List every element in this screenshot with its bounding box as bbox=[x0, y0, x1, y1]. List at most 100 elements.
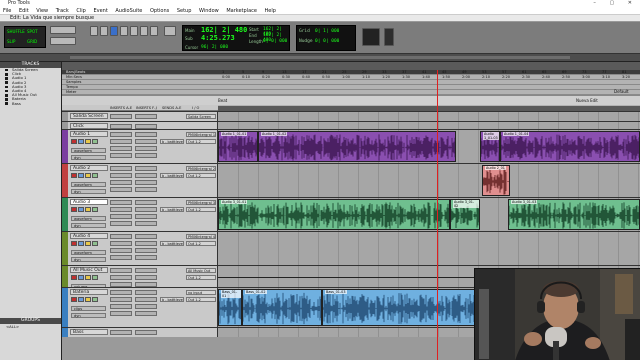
track-header[interactable]: Audio 4 waveform dyn b - batttleve PM06Inter… bbox=[62, 232, 218, 265]
input-selector[interactable]: PM06Intergral 4 bbox=[186, 234, 216, 239]
playhead-cursor[interactable] bbox=[437, 70, 438, 360]
output-selector[interactable]: Out 1-2 bbox=[186, 139, 216, 144]
insert-slot[interactable] bbox=[110, 330, 132, 335]
send-slot[interactable]: b - batttleve bbox=[160, 173, 184, 178]
insert-slot[interactable] bbox=[110, 311, 132, 316]
send-slot[interactable]: b - batttleve bbox=[160, 207, 184, 212]
insert-slot[interactable] bbox=[110, 166, 132, 171]
insert-slot[interactable] bbox=[135, 200, 157, 205]
track-name[interactable]: Audio 3 bbox=[70, 199, 108, 205]
marker[interactable]: Beat bbox=[218, 98, 227, 103]
menu-options[interactable]: Options bbox=[147, 7, 172, 15]
track-view-selector[interactable]: waveform bbox=[71, 216, 106, 221]
edit-mode-selector[interactable]: SHUFFLE SPOT SLIP GRID bbox=[4, 26, 46, 48]
input-monitor-button[interactable] bbox=[78, 173, 84, 178]
output-selector[interactable]: Out 1-2 bbox=[186, 297, 216, 302]
insert-slot[interactable] bbox=[110, 180, 132, 185]
audio-clip[interactable]: Bass_01-01 bbox=[218, 289, 242, 326]
insert-slot[interactable] bbox=[135, 153, 157, 158]
record-button[interactable] bbox=[71, 241, 77, 246]
audio-clip[interactable]: Audio 3_01-02 bbox=[450, 199, 480, 230]
insert-slot[interactable] bbox=[135, 173, 157, 178]
insert-slot[interactable] bbox=[110, 200, 132, 205]
menu-marketplace[interactable]: Marketplace bbox=[223, 7, 260, 15]
solo-button[interactable] bbox=[85, 241, 91, 246]
insert-slot[interactable] bbox=[110, 297, 132, 302]
solo-button[interactable] bbox=[85, 297, 91, 302]
track-color-bar[interactable] bbox=[62, 288, 68, 327]
main-counter[interactable]: Main 162| 2| 480 Sub 4:25.273 Cursor 96|… bbox=[182, 25, 290, 51]
track-playlist-lane[interactable] bbox=[218, 112, 640, 121]
insert-slot[interactable] bbox=[135, 311, 157, 316]
track-playlist-lane[interactable] bbox=[218, 232, 640, 265]
insert-slot[interactable] bbox=[110, 146, 132, 151]
track-color-bar[interactable] bbox=[62, 198, 68, 231]
insert-slot[interactable] bbox=[135, 146, 157, 151]
track-timebase-selector[interactable]: dyn bbox=[71, 223, 106, 228]
insert-slot[interactable] bbox=[110, 248, 132, 253]
input-selector[interactable]: no input bbox=[186, 290, 216, 295]
grid-nudge-panel[interactable]: Grid 0| 1| 000 Nudge 0| 0| 000 bbox=[296, 25, 356, 51]
solo-button[interactable] bbox=[85, 173, 91, 178]
trim-tool-icon[interactable] bbox=[100, 26, 108, 36]
mute-button[interactable] bbox=[92, 139, 98, 144]
track-row[interactable]: Click bbox=[62, 121, 640, 129]
track-name[interactable]: Audio 4 bbox=[70, 233, 108, 239]
menu-event[interactable]: Event bbox=[90, 7, 110, 15]
input-selector[interactable]: All Music Out bbox=[186, 268, 216, 273]
mute-button[interactable] bbox=[92, 241, 98, 246]
mode-grid[interactable]: GRID bbox=[27, 39, 37, 44]
track-header[interactable]: Audio 3 waveform dyn b - batttleve PM06Inter… bbox=[62, 198, 218, 231]
groups-list-item[interactable]: <ALL> bbox=[0, 324, 61, 330]
insert-slot[interactable] bbox=[110, 234, 132, 239]
track-name[interactable]: All Music Out bbox=[70, 267, 108, 273]
track-color-bar[interactable] bbox=[62, 266, 68, 287]
track-name[interactable]: Bateria bbox=[70, 289, 108, 295]
audio-clip[interactable]: Audio 1_01-03 bbox=[480, 131, 500, 162]
audio-clip[interactable]: Audio 1_01-02 bbox=[258, 131, 456, 162]
track-color-bar[interactable] bbox=[62, 122, 68, 129]
marker-lane[interactable]: Beat Nueva Edit Default bbox=[62, 89, 640, 105]
record-button[interactable] bbox=[71, 139, 77, 144]
insert-slot[interactable] bbox=[110, 214, 132, 219]
input-selector[interactable]: PM06Intergral 3 bbox=[186, 200, 216, 205]
insert-slot[interactable] bbox=[135, 214, 157, 219]
insert-slot[interactable] bbox=[135, 187, 157, 192]
insert-slot[interactable] bbox=[135, 166, 157, 171]
audio-clip[interactable]: Audio 2_01 bbox=[482, 165, 510, 196]
output-selector[interactable]: Out 1-2 bbox=[186, 173, 216, 178]
selector-tool-icon[interactable] bbox=[110, 26, 118, 36]
insert-slot[interactable] bbox=[110, 114, 132, 119]
track-row[interactable]: Salida ScreenSalida ScreenOut 3-4 bbox=[62, 111, 640, 126]
mode-slip[interactable]: SLIP bbox=[7, 39, 15, 44]
mute-button[interactable] bbox=[92, 173, 98, 178]
track-name[interactable]: Audio 2 bbox=[70, 165, 108, 171]
audio-clip[interactable]: Audio 1_01-04 bbox=[500, 131, 640, 162]
track-header[interactable]: All Music Out volume All Music Out Out 1-2 bbox=[62, 266, 218, 289]
universe-view[interactable] bbox=[0, 54, 640, 62]
menu-audiosuite[interactable]: AudioSuite bbox=[112, 7, 145, 15]
insert-slot[interactable] bbox=[135, 234, 157, 239]
track-color-bar[interactable] bbox=[62, 164, 68, 197]
track-color-bar[interactable] bbox=[62, 232, 68, 265]
insert-slot[interactable] bbox=[110, 173, 132, 178]
menu-track[interactable]: Track bbox=[53, 7, 72, 15]
insert-slot[interactable] bbox=[110, 207, 132, 212]
track-name[interactable]: Audio 1 bbox=[70, 131, 108, 137]
insert-slot[interactable] bbox=[110, 275, 132, 280]
mute-button[interactable] bbox=[92, 207, 98, 212]
input-selector[interactable]: PM06Intergral 1 bbox=[186, 132, 216, 137]
track-view-selector[interactable]: waveform bbox=[71, 148, 106, 153]
insert-slot[interactable] bbox=[110, 304, 132, 309]
transport-icon[interactable] bbox=[164, 26, 176, 36]
insert-slot[interactable] bbox=[135, 248, 157, 253]
universe-overview[interactable] bbox=[70, 56, 570, 59]
marker[interactable]: Default bbox=[614, 89, 629, 94]
record-button[interactable] bbox=[71, 207, 77, 212]
menu-file[interactable]: File bbox=[0, 7, 14, 15]
input-monitor-button[interactable] bbox=[78, 241, 84, 246]
grid-value[interactable]: 0| 1| 000 bbox=[315, 29, 339, 34]
insert-slot[interactable] bbox=[110, 268, 132, 273]
input-monitor-button[interactable] bbox=[78, 139, 84, 144]
tracks-list-item[interactable]: Bass bbox=[0, 101, 61, 106]
